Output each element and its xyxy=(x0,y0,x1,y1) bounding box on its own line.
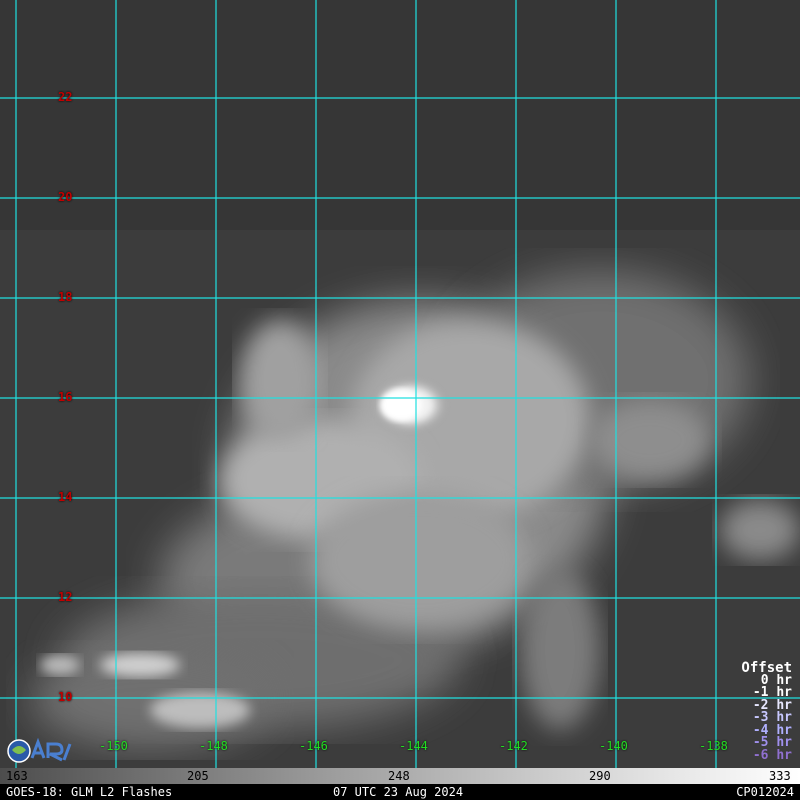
satellite-imagery xyxy=(0,0,800,768)
latitude-label: 22 xyxy=(58,90,73,104)
longitude-label: -148 xyxy=(199,739,228,753)
legend-item: -6 hr xyxy=(752,747,792,763)
latitude-label: 10 xyxy=(58,690,73,704)
image-footer: GOES-18: GLM L2 Flashes 07 UTC 23 Aug 20… xyxy=(0,784,800,800)
storm-id-label: CP012024 xyxy=(736,785,794,799)
satellite-image-view: 22 20 18 16 14 12 10 -150 -148 -146 -144… xyxy=(0,0,800,768)
longitude-label: -140 xyxy=(599,739,628,753)
colorbar-tick-label: 163 xyxy=(6,769,28,783)
colorbar-tick-label: 248 xyxy=(388,769,410,783)
latitude-label: 12 xyxy=(58,590,73,604)
colorbar-tick-label: 205 xyxy=(187,769,209,783)
longitude-label: -138 xyxy=(699,739,728,753)
offset-legend: Offset 0 hr -1 hr -2 hr -3 hr -4 hr -5 hr -6 h… xyxy=(741,661,792,763)
cira-logo-icon xyxy=(7,737,72,763)
colorbar-tick-label: 290 xyxy=(589,769,611,783)
latitude-label: 20 xyxy=(58,190,73,204)
satellite-product-label: GOES-18: GLM L2 Flashes xyxy=(6,785,173,799)
timestamp-label: 07 UTC 23 Aug 2024 xyxy=(333,785,464,799)
longitude-label: -150 xyxy=(99,739,128,753)
latitude-label: 18 xyxy=(58,290,73,304)
longitude-label: -146 xyxy=(299,739,328,753)
latitude-label: 14 xyxy=(58,490,73,504)
latitude-label: 16 xyxy=(58,390,73,404)
colorbar-tick-label: 333 xyxy=(769,769,791,783)
longitude-label: -144 xyxy=(399,739,428,753)
longitude-label: -142 xyxy=(499,739,528,753)
